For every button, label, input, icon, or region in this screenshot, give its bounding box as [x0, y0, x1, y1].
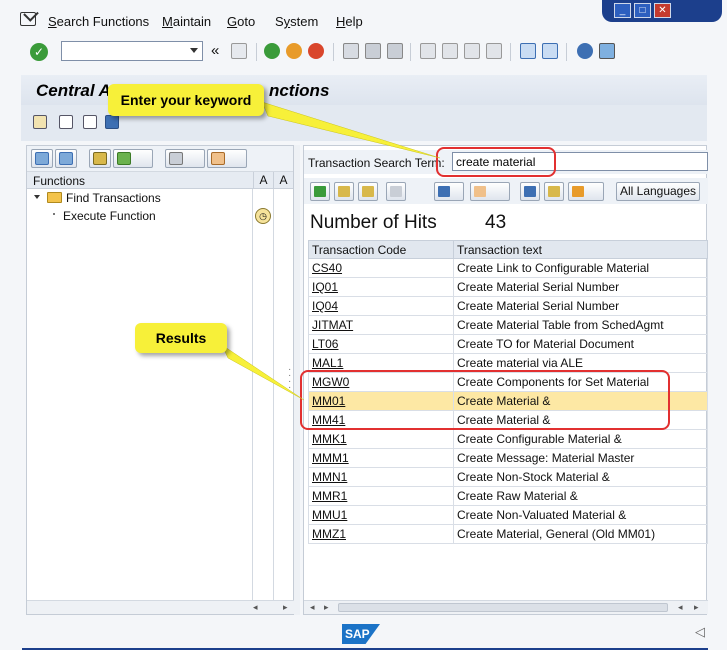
keyword-arrow [261, 101, 441, 159]
results-callout: Results [135, 323, 227, 353]
sap-logo: SAP [342, 624, 380, 644]
status-toggle-icon[interactable]: ◁ [695, 624, 705, 640]
status-bar: SAP ◁ [0, 620, 727, 650]
keyword-callout: Enter your keyword [108, 84, 264, 116]
results-arrow [221, 344, 305, 401]
